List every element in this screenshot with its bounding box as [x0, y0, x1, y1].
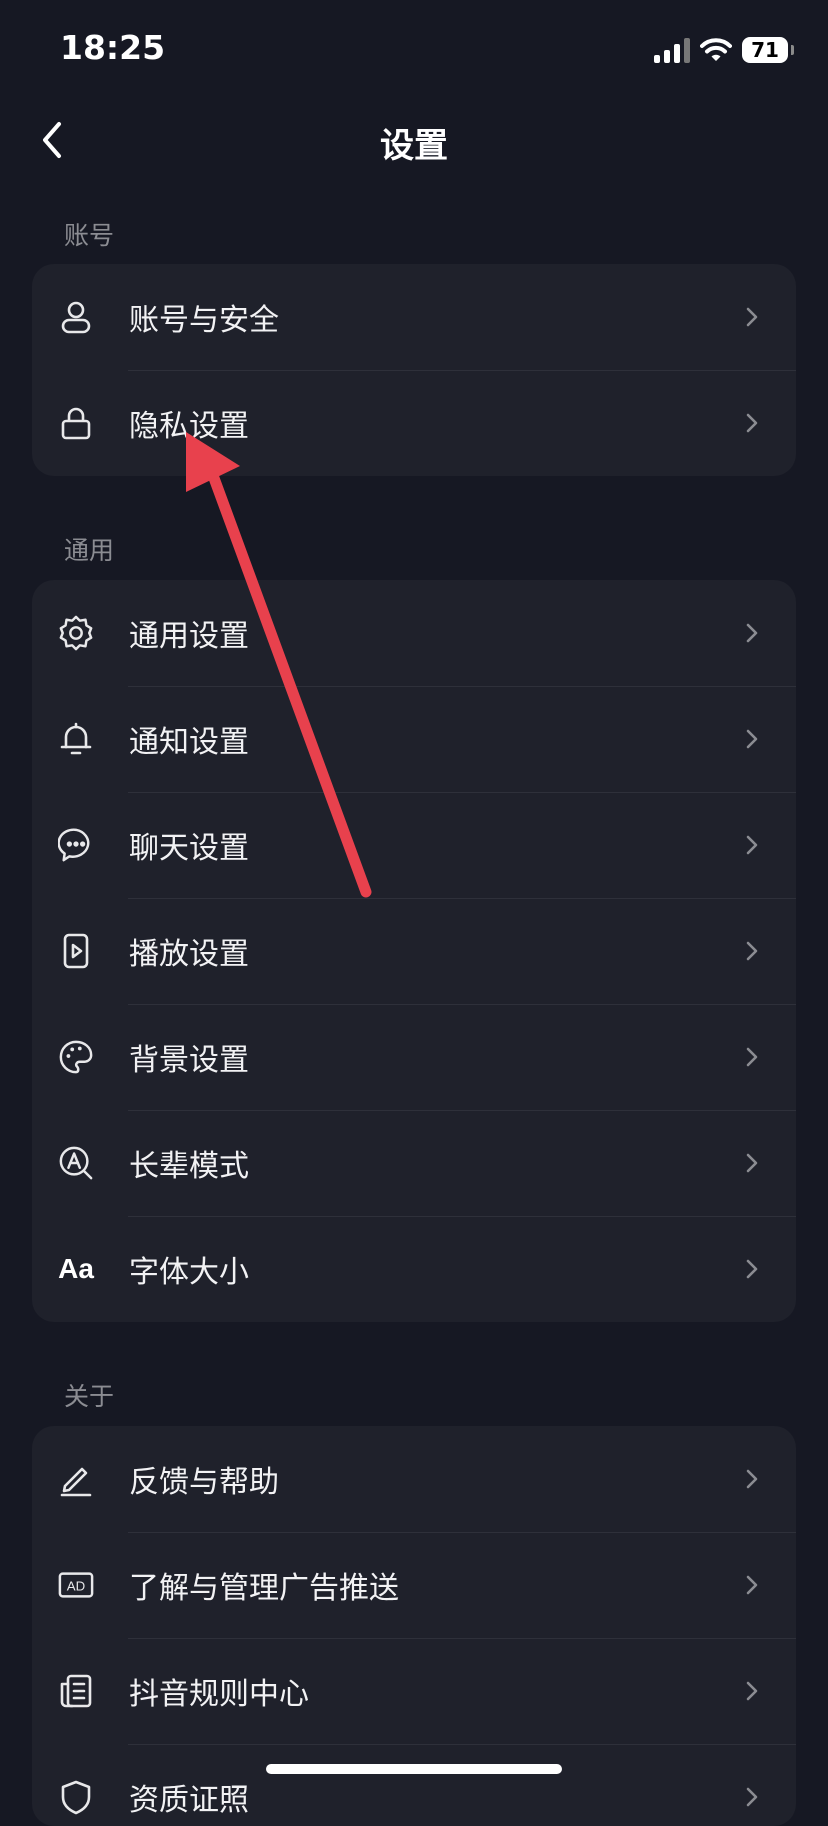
row-label: 了解与管理广告推送: [129, 1571, 399, 1606]
ad-icon-text: AD: [67, 1579, 85, 1594]
wifi-icon: [700, 38, 732, 61]
settings-row-account-security[interactable]: 账号与安全: [32, 264, 796, 370]
section-label-general: 通用: [64, 536, 115, 565]
elder-mode-icon: [58, 1145, 94, 1181]
row-label: 字体大小: [129, 1255, 249, 1290]
status-time: 18:25: [60, 28, 166, 67]
settings-row-ad-management[interactable]: AD 了解与管理广告推送: [32, 1532, 796, 1638]
nav-bar: 设置: [0, 100, 828, 182]
settings-row-font-size[interactable]: Aa 字体大小: [32, 1216, 796, 1322]
chevron-right-icon: [746, 1047, 758, 1067]
bell-icon: [58, 721, 94, 757]
row-label: 隐私设置: [129, 409, 249, 444]
page-title: 设置: [380, 126, 448, 166]
chevron-right-icon: [746, 1259, 758, 1279]
row-label: 抖音规则中心: [129, 1677, 309, 1712]
chevron-right-icon: [746, 835, 758, 855]
settings-row-notification[interactable]: 通知设置: [32, 686, 796, 792]
row-label: 长辈模式: [129, 1149, 249, 1184]
chevron-right-icon: [746, 729, 758, 749]
row-label: 反馈与帮助: [129, 1465, 279, 1500]
battery-icon: 71: [742, 37, 794, 63]
row-label: 背景设置: [129, 1043, 249, 1078]
font-size-icon: Aa: [58, 1251, 94, 1287]
chevron-right-icon: [746, 1153, 758, 1173]
row-label: 通用设置: [129, 619, 249, 654]
chevron-right-icon: [746, 941, 758, 961]
row-label: 通知设置: [129, 725, 249, 760]
row-label: 资质证照: [129, 1783, 249, 1818]
font-size-icon-text: Aa: [58, 1253, 94, 1284]
user-icon: [58, 299, 94, 335]
chevron-right-icon: [746, 413, 758, 433]
general-card: 通用设置 通知设置 聊天设置 播放设置 背景设置 长辈模式 Aa 字体大小: [32, 580, 796, 1322]
chevron-right-icon: [746, 307, 758, 327]
pencil-icon: [58, 1461, 94, 1497]
palette-icon: [58, 1039, 94, 1075]
status-icons: 71: [654, 32, 794, 68]
battery-level: 71: [751, 38, 779, 62]
document-icon: [58, 1673, 94, 1709]
chevron-right-icon: [746, 1575, 758, 1595]
settings-row-qualifications[interactable]: 资质证照: [32, 1744, 796, 1826]
settings-row-chat[interactable]: 聊天设置: [32, 792, 796, 898]
shield-icon: [58, 1779, 94, 1815]
account-card: 账号与安全 隐私设置: [32, 264, 796, 476]
settings-row-feedback[interactable]: 反馈与帮助: [32, 1426, 796, 1532]
settings-row-playback[interactable]: 播放设置: [32, 898, 796, 1004]
settings-row-background[interactable]: 背景设置: [32, 1004, 796, 1110]
chevron-right-icon: [746, 1469, 758, 1489]
play-icon: [58, 933, 94, 969]
lock-icon: [58, 405, 94, 441]
settings-row-general[interactable]: 通用设置: [32, 580, 796, 686]
gear-icon: [58, 615, 94, 651]
chevron-right-icon: [746, 1787, 758, 1807]
section-label-account: 账号: [64, 221, 115, 250]
row-label: 聊天设置: [129, 831, 249, 866]
row-label: 播放设置: [129, 937, 249, 972]
home-indicator: [266, 1764, 562, 1774]
cellular-signal-icon: [654, 37, 690, 63]
chat-bubble-icon: [58, 827, 94, 863]
section-label-about: 关于: [64, 1382, 115, 1411]
status-bar: 18:25 71: [0, 0, 828, 100]
chevron-right-icon: [746, 623, 758, 643]
settings-row-elder-mode[interactable]: 长辈模式: [32, 1110, 796, 1216]
ad-icon: AD: [58, 1567, 94, 1603]
settings-row-privacy[interactable]: 隐私设置: [32, 370, 796, 476]
settings-row-rules-center[interactable]: 抖音规则中心: [32, 1638, 796, 1744]
chevron-right-icon: [746, 1681, 758, 1701]
row-label: 账号与安全: [129, 303, 279, 338]
